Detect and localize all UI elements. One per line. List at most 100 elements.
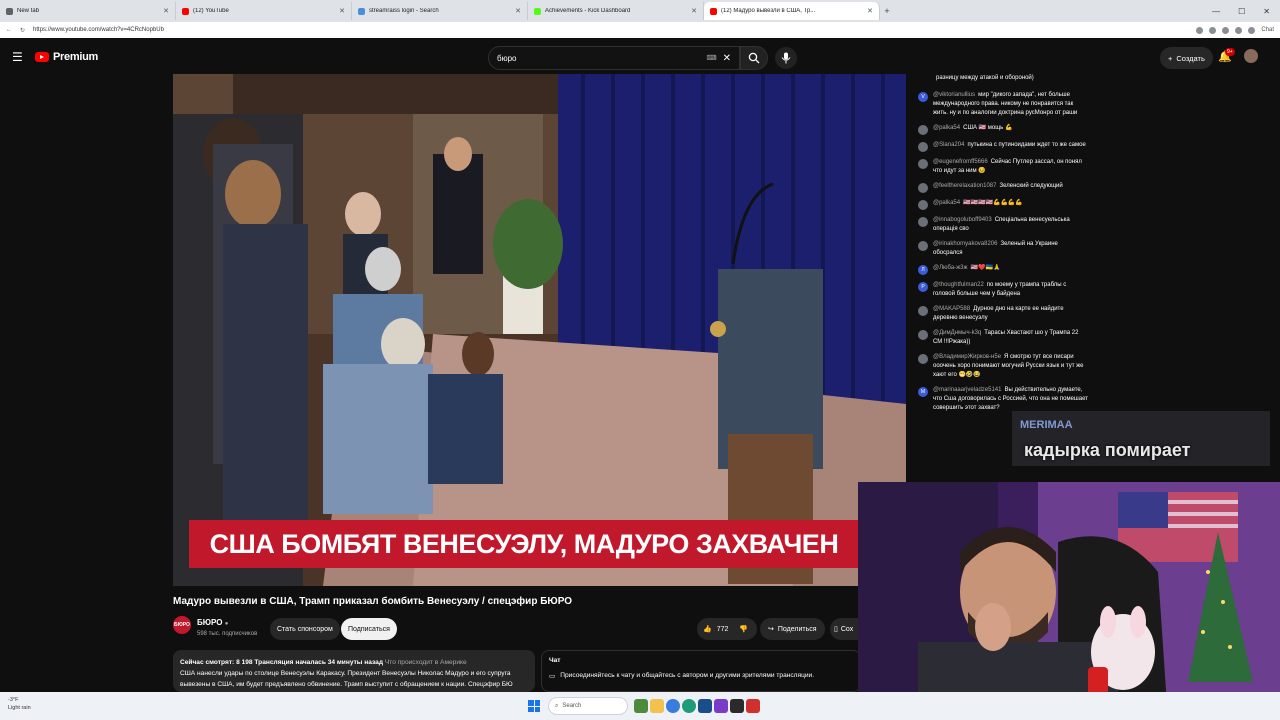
chrome-icon[interactable] [666, 699, 680, 713]
chat-avatar[interactable] [918, 159, 928, 169]
search-value: бюро [497, 53, 517, 63]
chat-message: @palka54 США 🇺🇸 мощь 💪 [918, 124, 1088, 135]
chat-username[interactable]: @MAKAP588 [933, 306, 970, 312]
chat-avatar[interactable] [918, 200, 928, 210]
back-icon[interactable]: ← [6, 27, 12, 33]
reload-icon[interactable]: ↻ [20, 27, 25, 34]
like-dislike-group: 👍 772 👎 [697, 618, 757, 640]
browser-tab[interactable]: (12) YouTube ✕ [176, 2, 352, 20]
chat-avatar[interactable]: Л [918, 265, 928, 275]
browser-tab[interactable]: New tab ✕ [0, 2, 176, 20]
join-button[interactable]: Стать спонсором [270, 618, 340, 640]
extension-icon[interactable] [1235, 26, 1243, 34]
chat-avatar[interactable] [918, 354, 928, 364]
close-icon[interactable]: ✕ [339, 7, 345, 15]
video-description[interactable]: Сейчас смотрят: 8 198 Трансляция началас… [173, 650, 535, 692]
chat-avatar[interactable] [918, 330, 928, 340]
app-icon[interactable] [746, 699, 760, 713]
menu-icon[interactable]: ☰ [12, 50, 23, 64]
chat-username[interactable]: @irinakhomyakova8206 [933, 241, 997, 247]
widgets-icon[interactable] [634, 699, 648, 713]
address-bar: ← ↻ https://www.youtube.com/watch?v=4CRc… [0, 22, 1280, 38]
channel-name[interactable]: БЮРО ● [197, 618, 228, 627]
extension-icon[interactable] [1209, 26, 1217, 34]
chat-avatar[interactable]: P [918, 282, 928, 292]
windows-taskbar: -3°F Light rain ⌕ Search [0, 692, 1280, 720]
chat-avatar[interactable] [918, 241, 928, 251]
chat-username[interactable]: @innabogoluboff9403 [933, 217, 992, 223]
browser-tab[interactable]: streamraiss login - Search ✕ [352, 2, 528, 20]
chat-message-body: @ДимДнмыч-k3q Тарасы Хвастают шо у Трампа… [933, 329, 1088, 347]
close-icon[interactable]: ✕ [515, 7, 521, 15]
close-icon[interactable]: ✕ [691, 7, 697, 15]
share-button[interactable]: ↪ Поделиться [760, 618, 825, 640]
chat-username[interactable]: @ДимДнмыч-k3q [933, 330, 981, 336]
browser-tab-active[interactable]: (12) Мадуро вывезли в США, Тр... ✕ [704, 2, 880, 20]
subscribe-button[interactable]: Подписаться [341, 618, 397, 640]
file-explorer-icon[interactable] [650, 699, 664, 713]
chat-avatar[interactable] [918, 183, 928, 193]
clear-search-icon[interactable]: ✕ [723, 53, 731, 64]
maximize-icon[interactable]: ☐ [1238, 7, 1245, 16]
mic-button[interactable] [775, 47, 797, 69]
chat-avatar[interactable] [918, 217, 928, 227]
search-input[interactable]: бюро ⌨ ✕ [488, 46, 740, 70]
extension-icon[interactable] [1196, 26, 1204, 34]
chat-username[interactable]: @ВладимирЖирков-н5е [933, 354, 1001, 360]
youtube-header: ☰ Premium бюро ⌨ ✕ + Создать 🔔 9+ [0, 38, 1280, 76]
thumbs-down-icon[interactable]: 👎 [739, 625, 748, 633]
windows-start-icon[interactable] [528, 700, 540, 712]
chat-username[interactable]: @viktorianullius [933, 92, 975, 98]
logo-text: Premium [53, 51, 98, 63]
chat-invite-row: ▭ Присоединяйтесь к чату и общайтесь с а… [549, 672, 853, 680]
chat-username[interactable]: @thoughtfulman22 [933, 282, 984, 288]
channel-avatar[interactable]: БЮРО [173, 616, 191, 634]
chat-message: @MAKAP588 Дурное дно на карте ее найдите … [918, 305, 1088, 323]
chat-message-body: @marinaaarjveladze5141 Вы действительно д… [933, 386, 1088, 413]
chat-avatar[interactable] [918, 125, 928, 135]
create-button[interactable]: + Создать [1160, 47, 1213, 69]
profile-label[interactable]: Chat [1261, 27, 1274, 33]
chat-message: M @marinaaarjveladze5141 Вы действительно … [918, 386, 1088, 413]
chat-username[interactable]: @Slana204 [933, 142, 964, 148]
account-avatar[interactable] [1244, 49, 1258, 63]
chat-message-body: @palka54 США 🇺🇸 мощь 💪 [933, 124, 1012, 135]
star-icon[interactable] [1222, 26, 1230, 34]
close-icon[interactable]: ✕ [163, 7, 169, 15]
chat-username[interactable]: @Люба-ж3ж [933, 265, 968, 271]
subscriber-count: 598 тыс. подписчиков [197, 631, 258, 637]
video-player[interactable]: США БОМБЯТ ВЕНЕСУЭЛУ, МАДУРО ЗАХВАЧЕН [173, 74, 906, 586]
tab-title: streamraiss login - Search [369, 8, 439, 14]
toolbar-icons: Chat [1196, 26, 1274, 34]
youtube-favicon-icon [182, 7, 189, 15]
keyboard-icon[interactable]: ⌨ [707, 54, 717, 62]
search-button[interactable] [740, 46, 768, 70]
app-icon[interactable] [714, 699, 728, 713]
chat-username[interactable]: @palka54 [933, 125, 960, 131]
chat-avatar[interactable] [918, 306, 928, 316]
chat-username[interactable]: @eugenefromff5666 [933, 159, 988, 165]
close-icon[interactable]: ✕ [867, 7, 873, 15]
weather-widget[interactable]: -3°F Light rain [8, 696, 31, 712]
browser-tab[interactable]: Achievements - Kick Dashboard ✕ [528, 2, 704, 20]
thumbs-up-icon[interactable]: 👍 [703, 625, 712, 633]
chat-message-body: @irinakhomyakova8206 Зеленый на Украине о… [933, 240, 1088, 258]
edge-icon[interactable] [682, 699, 696, 713]
chat-avatar[interactable]: M [918, 387, 928, 397]
app-icon[interactable] [730, 699, 744, 713]
taskbar-search[interactable]: ⌕ Search [548, 697, 628, 715]
chat-avatar[interactable]: V [918, 92, 928, 102]
chat-message-body: @MAKAP588 Дурное дно на карте ее найдите … [933, 305, 1088, 323]
profile-icon[interactable] [1248, 26, 1256, 34]
youtube-logo[interactable]: Premium [35, 51, 98, 63]
chat-username[interactable]: @marinaaarjveladze5141 [933, 387, 1001, 393]
chat-message: @irinakhomyakova8206 Зеленый на Украине о… [918, 240, 1088, 258]
url-field[interactable]: https://www.youtube.com/watch?v=4CRcNopb… [33, 27, 1188, 33]
new-tab-button[interactable]: + [880, 6, 894, 16]
close-window-icon[interactable]: ✕ [1263, 7, 1270, 16]
chat-username[interactable]: @palka54 [933, 200, 960, 206]
minimize-icon[interactable]: — [1212, 7, 1220, 16]
app-icon[interactable] [698, 699, 712, 713]
chat-username[interactable]: @feeltherelaxation1087 [933, 183, 996, 189]
chat-avatar[interactable] [918, 142, 928, 152]
